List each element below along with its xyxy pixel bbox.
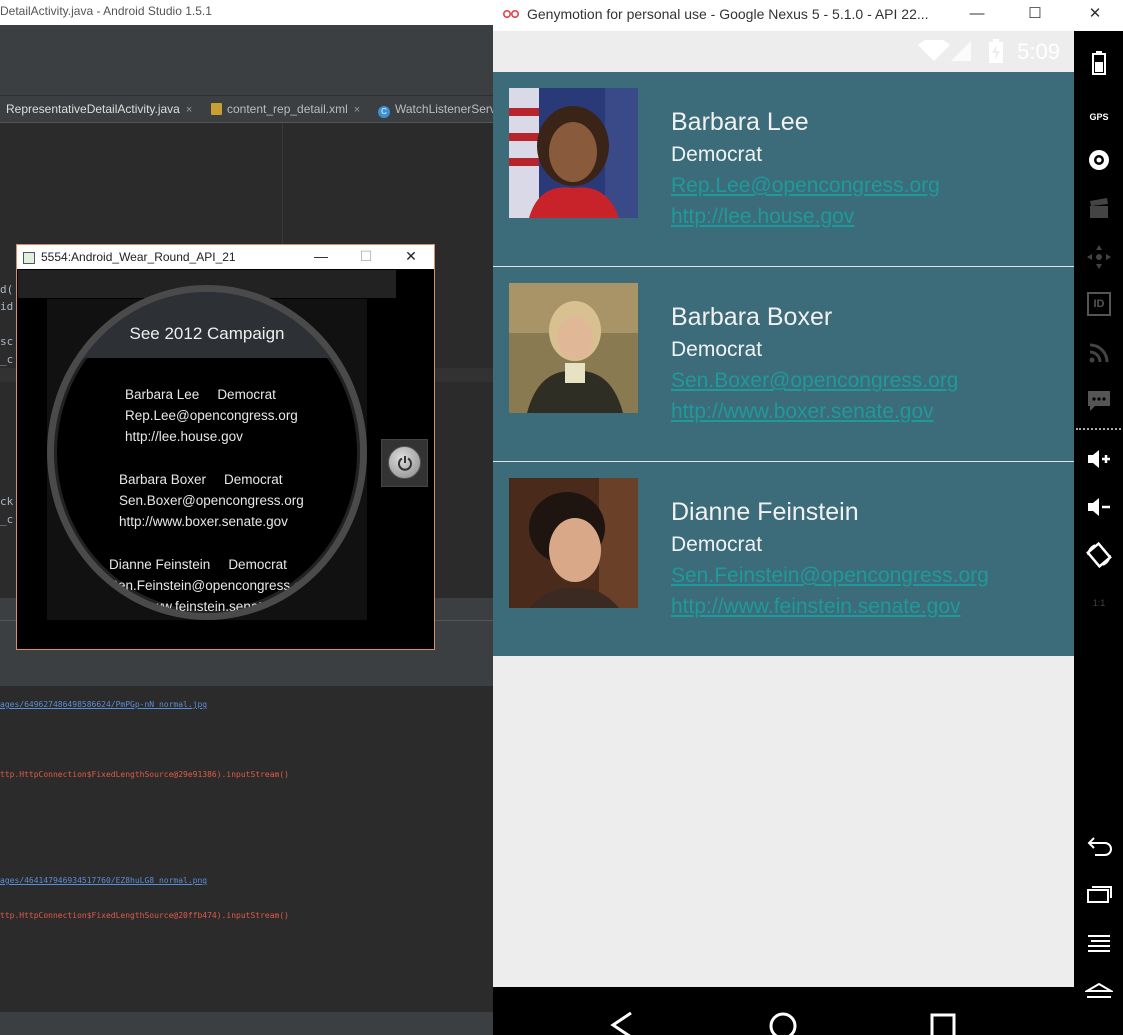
maximize-button[interactable]: ☐ — [344, 245, 388, 269]
android-navigation-bar — [493, 987, 1074, 1035]
home-icon[interactable] — [768, 1011, 798, 1035]
representative-photo — [509, 283, 638, 413]
log-line: ttp.HttpConnection$FixedLengthSource@20f… — [0, 911, 289, 920]
representative-website-link[interactable]: http://www.feinstein.senate.gov — [671, 595, 961, 619]
close-button[interactable]: ✕ — [1073, 2, 1117, 26]
java-class-icon: C — [378, 106, 390, 118]
genymotion-titlebar[interactable]: Genymotion for personal use - Google Nex… — [493, 0, 1123, 31]
dpad-icon[interactable] — [1085, 243, 1113, 271]
genymotion-logo-icon — [503, 10, 519, 18]
power-icon — [398, 456, 412, 471]
power-button[interactable] — [388, 446, 421, 479]
close-icon[interactable]: × — [186, 104, 192, 116]
android-studio-toolbar — [0, 45, 493, 96]
wifi-icon — [918, 40, 950, 61]
see-campaign-button[interactable]: See 2012 Campaign — [54, 324, 360, 344]
status-bar — [0, 1012, 493, 1035]
wear-rep-entry[interactable]: Barbara Lee Democrat Rep.Lee@opencongress… — [125, 384, 298, 447]
network-icon[interactable] — [1085, 339, 1113, 367]
battery-icon[interactable] — [1085, 49, 1113, 77]
camera-icon[interactable] — [1085, 146, 1113, 174]
log-line[interactable]: ages/649627486498586624/PmPGp-nN_normal.… — [0, 700, 207, 709]
recent-apps-icon[interactable] — [929, 1011, 959, 1035]
back-icon[interactable] — [1085, 833, 1113, 861]
sms-icon[interactable] — [1085, 387, 1113, 415]
maximize-button[interactable]: ☐ — [1013, 2, 1057, 26]
status-time: 5:09 — [1017, 39, 1060, 64]
wear-campaign-header[interactable]: See 2012 Campaign — [54, 292, 360, 358]
android-studio-menubar — [0, 25, 493, 45]
android-status-bar: 5:09 — [493, 31, 1074, 72]
pixel-perfect-icon[interactable]: 1:1 — [1085, 589, 1113, 617]
wear-side-panel — [381, 439, 428, 487]
representative-email-link[interactable]: Sen.Feinstein@opencongress.org — [671, 564, 989, 588]
representative-email-link[interactable]: Sen.Boxer@opencongress.org — [671, 369, 959, 393]
minimize-button[interactable]: — — [299, 245, 343, 269]
representative-website-link[interactable]: http://lee.house.gov — [671, 205, 854, 229]
logcat-output[interactable]: ages/649627486498586624/PmPGp-nN_normal.… — [0, 686, 493, 1011]
back-icon[interactable] — [607, 1011, 637, 1035]
code-fragment: _c — [0, 513, 14, 526]
tab-content-rep-detail[interactable]: content_rep_detail.xml × — [211, 96, 360, 122]
home-icon[interactable] — [1085, 977, 1113, 1005]
representative-name: Barbara Lee — [671, 108, 809, 136]
representative-party: Democrat — [671, 143, 763, 166]
log-line[interactable]: ages/464147946934517760/EZ8huLG8_normal.… — [0, 876, 207, 885]
id-icon[interactable]: ID — [1087, 292, 1111, 316]
representative-email-link[interactable]: Rep.Lee@opencongress.org — [671, 174, 940, 198]
log-line: ttp.HttpConnection$FixedLengthSource@29e… — [0, 770, 289, 779]
representative-card[interactable]: Barbara Boxer Democrat Sen.Boxer@opencon… — [493, 267, 1074, 461]
tab-watch-listener-service[interactable]: C WatchListenerServi — [378, 96, 499, 122]
representative-photo — [509, 88, 638, 218]
volume-down-icon[interactable] — [1085, 493, 1113, 521]
emulator-app-icon — [23, 252, 35, 264]
video-capture-icon[interactable] — [1085, 195, 1113, 223]
code-fragment: _c — [0, 353, 14, 366]
recent-apps-icon[interactable] — [1085, 881, 1113, 909]
wear-window-titlebar[interactable]: 5554:Android_Wear_Round_API_21 — ☐ ✕ — [17, 245, 434, 269]
representative-card[interactable]: Dianne Feinstein Democrat Sen.Feinstein@… — [493, 462, 1074, 656]
menu-icon[interactable] — [1085, 929, 1113, 957]
close-icon[interactable]: × — [354, 104, 360, 116]
close-button[interactable]: ✕ — [389, 245, 433, 269]
representative-website-link[interactable]: http://www.boxer.senate.gov — [671, 400, 934, 424]
genymotion-window-title: Genymotion for personal use - Google Nex… — [527, 6, 929, 22]
android-studio-title: DetailActivity.java - Android Studio 1.5… — [0, 0, 493, 25]
code-fragment: sc — [0, 335, 14, 348]
representative-name: Barbara Boxer — [671, 303, 833, 331]
representative-name: Dianne Feinstein — [671, 498, 859, 526]
battery-charging-icon — [989, 39, 1003, 63]
cell-signal-icon — [951, 41, 971, 61]
xml-file-icon — [211, 103, 222, 115]
representative-photo — [509, 478, 638, 608]
volume-up-icon[interactable] — [1085, 445, 1113, 473]
gps-icon[interactable]: GPS — [1085, 97, 1113, 125]
wear-screen[interactable]: See 2012 Campaign Barbara Lee Democrat Re… — [47, 285, 367, 620]
representative-card[interactable]: Barbara Lee Democrat Rep.Lee@opencongres… — [493, 72, 1074, 266]
representative-list[interactable]: Barbara Lee Democrat Rep.Lee@opencongres… — [493, 72, 1074, 987]
minimize-button[interactable]: — — [955, 2, 999, 26]
code-fragment: id — [0, 300, 14, 313]
code-fragment: d( — [0, 283, 14, 296]
tab-representative-detail-activity[interactable]: RepresentativeDetailActivity.java × — [6, 96, 192, 122]
rotate-icon[interactable] — [1085, 541, 1113, 569]
editor-tab-bar: RepresentativeDetailActivity.java × conte… — [0, 96, 499, 123]
wear-rep-entry[interactable]: Dianne Feinstein Democrat Sen.Feinstein@o… — [109, 554, 313, 613]
wear-rep-entry[interactable]: Barbara Boxer Democrat Sen.Boxer@opencong… — [119, 469, 304, 532]
wear-emulator-window: 5554:Android_Wear_Round_API_21 — ☐ ✕ See… — [16, 244, 435, 650]
representative-party: Democrat — [671, 338, 763, 361]
sidebar-separator — [1076, 428, 1121, 430]
round-watch-face: See 2012 Campaign Barbara Lee Democrat Re… — [47, 285, 367, 620]
genymotion-sidebar: GPS ID 1:1 — [1074, 31, 1123, 1035]
wear-window-title: 5554:Android_Wear_Round_API_21 — [41, 250, 236, 264]
code-fragment: ck — [0, 495, 14, 508]
representative-party: Democrat — [671, 533, 763, 556]
